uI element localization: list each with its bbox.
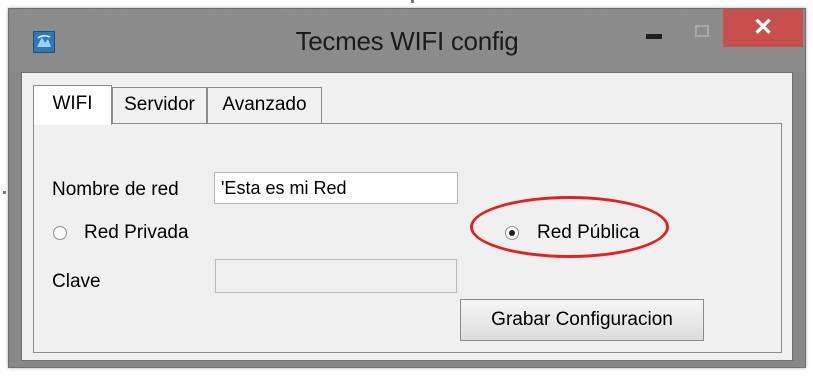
network-name-input[interactable]	[214, 172, 458, 204]
left-edge-mark	[3, 191, 6, 194]
maximize-icon	[695, 25, 709, 37]
title-bar[interactable]: Tecmes WIFI config ✕	[9, 9, 805, 72]
tab-avanzado[interactable]: Avanzado	[207, 87, 322, 123]
maximize-button[interactable]	[692, 23, 714, 41]
minimize-icon	[646, 34, 662, 39]
red-privada-label[interactable]: Red Privada	[84, 222, 189, 244]
save-configuration-button[interactable]: Grabar Configuracion	[460, 299, 704, 341]
red-publica-radio[interactable]	[505, 226, 519, 240]
window-title: Tecmes WIFI config	[295, 26, 519, 56]
tab-wifi[interactable]: WIFI	[33, 85, 112, 125]
close-icon: ✕	[752, 14, 774, 41]
password-input[interactable]	[215, 259, 457, 293]
top-edge-mark	[411, 0, 414, 3]
password-label: Clave	[52, 271, 101, 292]
red-privada-radio[interactable]	[53, 226, 67, 240]
minimize-button[interactable]	[641, 34, 667, 40]
close-button[interactable]: ✕	[723, 9, 803, 47]
tab-servidor[interactable]: Servidor	[112, 87, 207, 123]
wifi-tab-panel: Nombre de red Red Privada Clave Red Públ…	[33, 123, 782, 353]
dialog-client-area: WIFI Servidor Avanzado Nombre de red Red…	[21, 72, 793, 361]
app-window: Tecmes WIFI config ✕ WIFI Servidor Avanz…	[8, 8, 806, 368]
red-publica-label[interactable]: Red Pública	[537, 222, 639, 244]
network-name-label: Nombre de red	[52, 179, 179, 200]
